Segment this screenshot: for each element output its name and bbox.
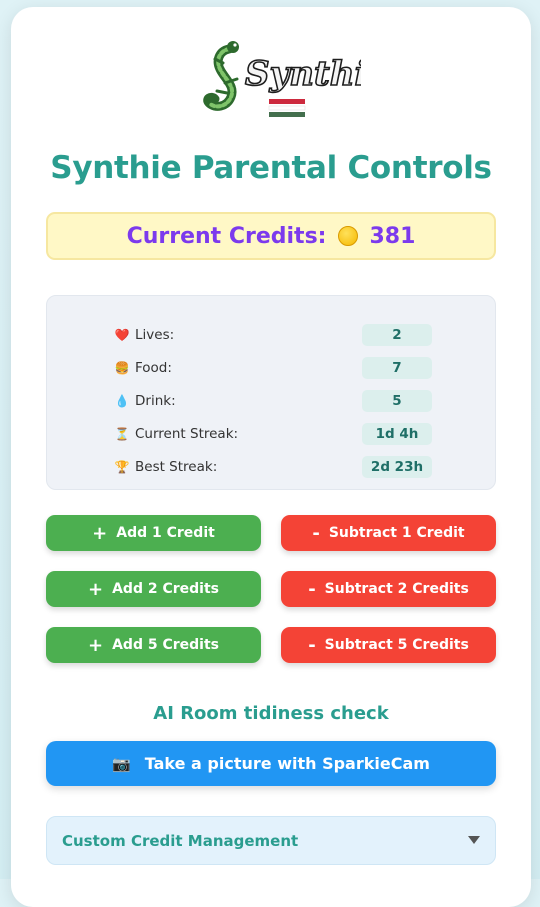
button-label: Take a picture with SparkieCam (144, 754, 430, 773)
add-5-credits-button[interactable]: + Add 5 Credits (46, 627, 261, 663)
minus-icon: - (308, 634, 316, 656)
stat-value: 2d 23h (362, 456, 432, 478)
main-card: Synthie Synthie Parental Controls Curren… (11, 7, 531, 907)
sparkiecam-button[interactable]: 📷 Take a picture with SparkieCam (46, 741, 496, 786)
droplet-icon: 💧 (114, 394, 130, 408)
button-label: Add 1 Credit (116, 525, 215, 541)
stat-value: 2 (362, 324, 432, 346)
custom-credit-management-toggle[interactable]: Custom Credit Management (46, 816, 496, 865)
subtract-2-credits-button[interactable]: - Subtract 2 Credits (281, 571, 496, 607)
stat-label: Lives: (135, 327, 175, 343)
plus-icon: + (92, 522, 108, 544)
add-1-credit-button[interactable]: + Add 1 Credit (46, 515, 261, 551)
stat-label: Current Streak: (135, 426, 239, 442)
stat-value: 5 (362, 390, 432, 412)
stat-row-food: 🍔 Food: 7 (113, 356, 433, 380)
stat-value: 1d 4h (362, 423, 432, 445)
stat-row-lives: ❤️ Lives: 2 (113, 323, 433, 347)
stat-row-current-streak: ⏳ Current Streak: 1d 4h (113, 422, 433, 446)
custom-credit-label: Custom Credit Management (62, 831, 299, 850)
credits-value: 381 (369, 223, 416, 249)
add-2-credits-button[interactable]: + Add 2 Credits (46, 571, 261, 607)
button-label: Subtract 5 Credits (324, 637, 469, 653)
minus-icon: - (312, 522, 320, 544)
stats-panel: ❤️ Lives: 2 🍔 Food: 7 💧 Drink: 5 ⏳ Curre… (46, 295, 496, 490)
synthie-logo: Synthie (201, 37, 390, 129)
stat-label: Drink: (135, 393, 176, 409)
button-label: Add 2 Credits (112, 581, 219, 597)
button-label: Subtract 2 Credits (324, 581, 469, 597)
stat-label: Food: (135, 360, 172, 376)
stat-label: Best Streak: (135, 459, 218, 475)
page-title: Synthie Parental Controls (50, 150, 492, 186)
button-label: Subtract 1 Credit (328, 525, 465, 541)
trophy-icon: 🏆 (114, 460, 130, 474)
ai-room-check-heading: AI Room tidiness check (153, 703, 389, 724)
current-credits-box: Current Credits: 381 (46, 212, 496, 260)
burger-icon: 🍔 (114, 361, 130, 375)
plus-icon: + (88, 578, 104, 600)
stat-row-drink: 💧 Drink: 5 (113, 389, 433, 413)
stat-row-best-streak: 🏆 Best Streak: 2d 23h (113, 455, 433, 479)
heart-icon: ❤️ (114, 328, 130, 342)
coin-icon (338, 226, 359, 246)
button-label: Add 5 Credits (112, 637, 219, 653)
minus-icon: - (308, 578, 316, 600)
subtract-1-credit-button[interactable]: - Subtract 1 Credit (281, 515, 496, 551)
chevron-down-icon (468, 836, 480, 844)
credits-label: Current Credits: (126, 223, 327, 249)
plus-icon: + (88, 634, 104, 656)
camera-icon: 📷 (112, 754, 131, 773)
logo-wordmark: Synthie (245, 54, 361, 94)
hourglass-icon: ⏳ (114, 427, 130, 441)
stat-value: 7 (362, 357, 432, 379)
subtract-5-credits-button[interactable]: - Subtract 5 Credits (281, 627, 496, 663)
